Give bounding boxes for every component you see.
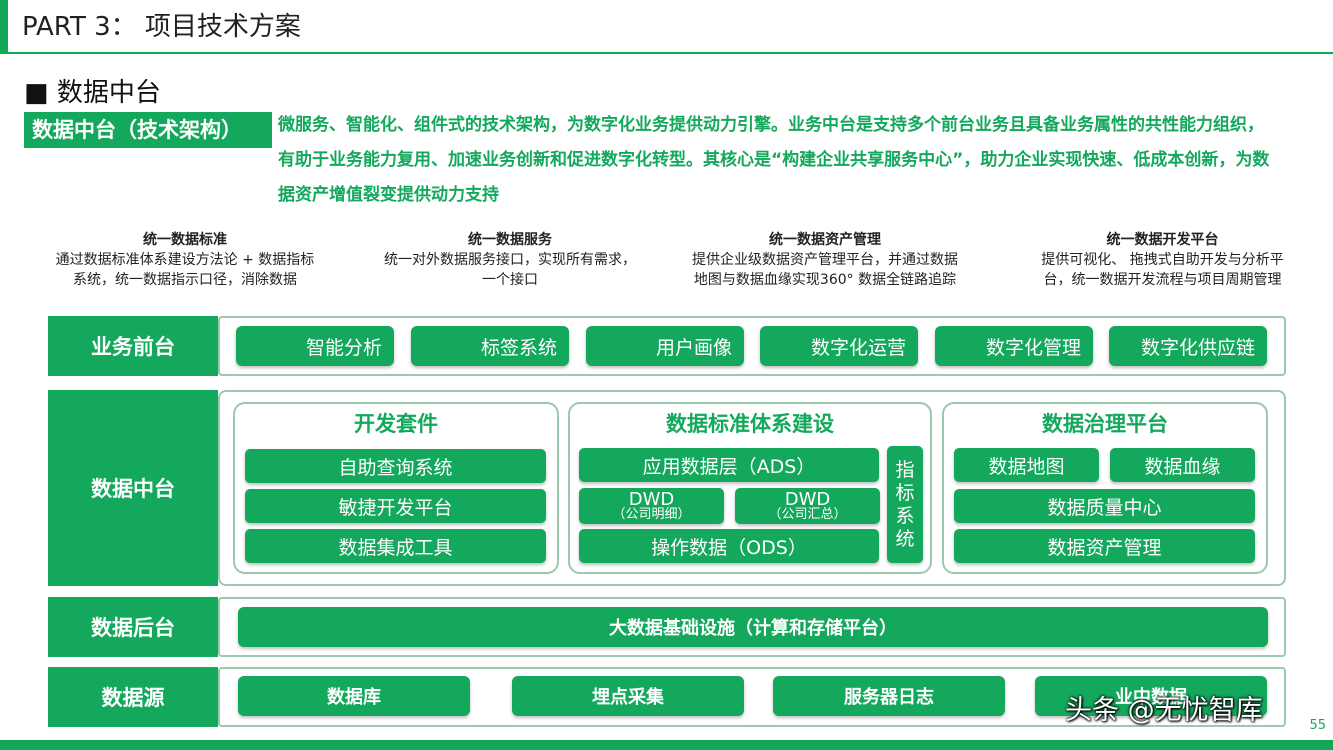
- layer-label-back: 数据后台: [48, 597, 218, 657]
- dwd-sub: （公司明细）: [612, 506, 691, 522]
- section-subtitle: ■ 数据中台: [24, 78, 161, 108]
- unified-title: 统一数据服务: [468, 232, 552, 248]
- dwd-sub: （公司汇总）: [768, 506, 847, 522]
- front-item: 标签系统: [411, 326, 569, 366]
- ads-layer: 应用数据层（ADS）: [579, 448, 879, 482]
- front-item: 用户画像: [586, 326, 744, 366]
- big-data-infrastructure: 大数据基础设施（计算和存储平台）: [238, 607, 1268, 647]
- dwd-summary: DWD （公司汇总）: [735, 488, 880, 524]
- architecture-label: 数据中台（技术架构）: [24, 112, 272, 148]
- governance-item: 数据血缘: [1110, 448, 1255, 482]
- dev-kit-item: 敏捷开发平台: [245, 489, 546, 523]
- page-title: PART 3： 项目技术方案: [22, 12, 301, 42]
- layer-label-source: 数据源: [48, 667, 218, 727]
- unified-data-asset: 统一数据资产管理 提供企业级数据资产管理平台，并通过数据地图与数据血缘实现360…: [690, 230, 960, 290]
- header-divider: [0, 52, 1333, 54]
- unified-desc: 统一对外数据服务接口，实现所有需求，一个接口: [384, 252, 636, 288]
- unified-data-service: 统一数据服务 统一对外数据服务接口，实现所有需求，一个接口: [380, 230, 640, 290]
- watermark-text: 头条 @无忧智库: [1065, 695, 1263, 726]
- unified-dev-platform: 统一数据开发平台 提供可视化、 拖拽式自助开发与分析平台，统一数据开发流程与项目…: [1030, 230, 1295, 290]
- layer-label-front: 业务前台: [48, 316, 218, 376]
- group-title: 数据标准体系建设: [666, 412, 834, 436]
- layer-label-middle: 数据中台: [48, 390, 218, 586]
- unified-title: 统一数据资产管理: [769, 232, 881, 248]
- group-title: 数据治理平台: [1042, 412, 1168, 436]
- ods-layer: 操作数据（ODS）: [579, 529, 879, 563]
- unified-desc: 提供可视化、 拖拽式自助开发与分析平台，统一数据开发流程与项目周期管理: [1041, 252, 1284, 288]
- dev-kit-item: 自助查询系统: [245, 449, 546, 483]
- governance-item: 数据地图: [954, 448, 1099, 482]
- header-accent-bar: [0, 0, 8, 52]
- front-item: 数字化管理: [935, 326, 1093, 366]
- footer-bar: [0, 740, 1333, 750]
- unified-data-standard: 统一数据标准 通过数据标准体系建设方法论 + 数据指标系统，统一数据指示口径，消…: [50, 230, 320, 290]
- indicator-system: 指标系统: [887, 446, 923, 563]
- unified-desc: 提供企业级数据资产管理平台，并通过数据地图与数据血缘实现360° 数据全链路追踪: [692, 252, 958, 288]
- governance-item: 数据质量中心: [954, 489, 1255, 523]
- governance-item: 数据资产管理: [954, 529, 1255, 563]
- front-item: 智能分析: [236, 326, 394, 366]
- source-item: 数据库: [238, 676, 470, 716]
- dwd-name: DWD: [784, 488, 831, 510]
- group-title: 开发套件: [354, 412, 438, 436]
- source-item: 埋点采集: [512, 676, 744, 716]
- source-item: 服务器日志: [773, 676, 1005, 716]
- unified-title: 统一数据标准: [143, 232, 227, 248]
- architecture-intro: 微服务、智能化、组件式的技术架构，为数字化业务提供动力引擎。业务中台是支持多个前…: [278, 115, 1270, 205]
- unified-desc: 通过数据标准体系建设方法论 + 数据指标系统，统一数据指示口径，消除数据: [55, 252, 315, 288]
- unified-title: 统一数据开发平台: [1106, 232, 1219, 248]
- dwd-name: DWD: [628, 488, 675, 510]
- front-item: 数字化运营: [760, 326, 918, 366]
- dev-kit-item: 数据集成工具: [245, 529, 546, 563]
- dwd-detail: DWD （公司明细）: [579, 488, 724, 524]
- front-item: 数字化供应链: [1109, 326, 1267, 366]
